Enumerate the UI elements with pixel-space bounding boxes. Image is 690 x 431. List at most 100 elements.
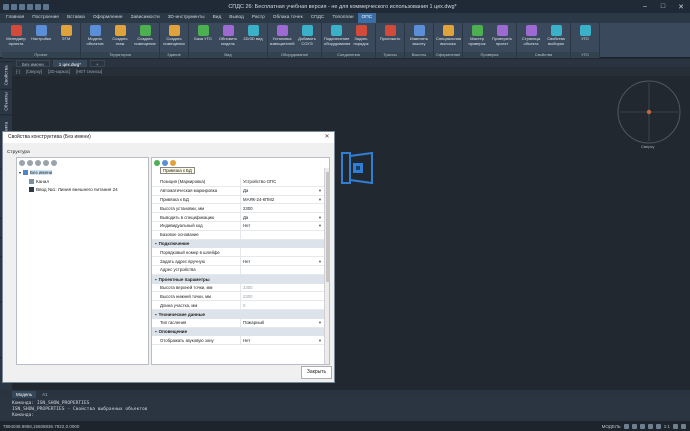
ribbon-tab[interactable]: Зависимости bbox=[127, 13, 164, 23]
ribbon-button[interactable]: Специальная выноска bbox=[436, 25, 461, 46]
property-row[interactable]: Автоматическая маркировка Да ▼ bbox=[152, 186, 324, 196]
move-up-icon[interactable] bbox=[35, 160, 41, 166]
property-row[interactable]: Отображать звуковую зону Нет ▼ bbox=[152, 336, 324, 346]
property-row[interactable]: Длина участка, мм 0 bbox=[152, 301, 324, 310]
ribbon-button[interactable]: Добавить СОУЭ bbox=[295, 25, 319, 46]
viewport-menu[interactable]: [-] bbox=[16, 69, 20, 74]
dialog-close-button[interactable]: Закрыть bbox=[301, 366, 332, 379]
ribbon-button[interactable]: Изменить высоту bbox=[407, 25, 431, 46]
filter-icon[interactable] bbox=[170, 160, 176, 166]
ribbon-button[interactable]: Свойства выборки bbox=[544, 25, 568, 46]
ribbon-tab[interactable]: Вывод bbox=[225, 13, 248, 23]
dialog-close-icon[interactable]: ✕ bbox=[320, 132, 334, 143]
property-row[interactable]: Привязка к БД МАЯК-24-КПМ2 ▼ bbox=[152, 195, 324, 205]
collapse-icon[interactable]: ▪ bbox=[155, 312, 157, 317]
ribbon-button[interactable]: Модель объектов bbox=[83, 25, 107, 46]
ribbon-button[interactable]: Мастер проверок bbox=[465, 25, 489, 46]
remove-node-icon[interactable] bbox=[27, 160, 33, 166]
property-value[interactable] bbox=[240, 230, 324, 239]
new-file-icon[interactable] bbox=[11, 3, 17, 10]
app-menu-icon[interactable] bbox=[3, 3, 9, 10]
ribbon-button[interactable]: УГО bbox=[573, 25, 597, 42]
property-value[interactable]: Да ▼ bbox=[240, 213, 324, 221]
visual-style[interactable]: [2D-каркас] bbox=[48, 69, 70, 74]
tree-node-input[interactable]: Ввод №1: Линия внешнего питания 24 bbox=[29, 187, 118, 192]
fullscreen-icon[interactable] bbox=[681, 423, 686, 429]
ribbon-tab[interactable]: Построение bbox=[28, 13, 63, 23]
ribbon-button[interactable]: Менеджер проекта bbox=[4, 25, 28, 46]
viewcube-compass[interactable] bbox=[614, 77, 684, 147]
add-node-icon[interactable] bbox=[19, 160, 25, 166]
property-section-header[interactable]: ▪ Подключение bbox=[152, 239, 324, 249]
ribbon-button[interactable]: 2D/3D вид bbox=[241, 25, 265, 42]
property-value[interactable]: 2300 bbox=[240, 283, 324, 292]
expand-icon[interactable]: ▾ bbox=[19, 170, 21, 175]
ribbon-button[interactable]: Обновить модель bbox=[216, 25, 240, 46]
property-row[interactable]: Адрес устройства bbox=[152, 266, 324, 275]
ribbon-tab[interactable]: ОПС bbox=[357, 13, 377, 23]
side-panel-tab[interactable]: Свойства bbox=[0, 61, 12, 89]
property-row[interactable]: Индивидуальный код Нет ▼ bbox=[152, 222, 324, 231]
scrollbar-thumb[interactable] bbox=[325, 172, 330, 282]
maximize-button[interactable]: □ bbox=[654, 0, 672, 13]
db-link-icon[interactable] bbox=[162, 160, 168, 166]
ribbon-button[interactable]: Проверить проект bbox=[490, 25, 514, 46]
ribbon-button[interactable]: Проложить bbox=[378, 25, 402, 42]
ribbon-button[interactable]: Страница объекта bbox=[519, 25, 543, 46]
snap-icon[interactable] bbox=[631, 423, 637, 429]
property-value[interactable]: МАЯК-24-КПМ2 ▼ bbox=[240, 195, 324, 204]
property-value[interactable] bbox=[240, 266, 324, 274]
property-row[interactable]: Тип гасления Пожарный ▼ bbox=[152, 318, 324, 328]
close-button[interactable]: ✕ bbox=[672, 0, 690, 13]
ribbon-button[interactable]: База УГО bbox=[191, 25, 215, 42]
grid-icon[interactable] bbox=[623, 423, 629, 429]
property-row[interactable]: Базовое основание bbox=[152, 230, 324, 240]
property-value[interactable]: Да ▼ bbox=[240, 186, 324, 195]
tree-settings-icon[interactable] bbox=[51, 160, 57, 166]
property-row[interactable]: Высота нижней точки, мм 2300 bbox=[152, 292, 324, 302]
property-row[interactable]: Выводить в спецификацию Да ▼ bbox=[152, 213, 324, 222]
property-value[interactable] bbox=[240, 248, 324, 257]
ribbon-button[interactable]: Создать этаж bbox=[108, 25, 132, 46]
layout-tab-model[interactable]: Модель bbox=[12, 390, 37, 398]
ribbon-tab[interactable]: Растр bbox=[248, 13, 269, 23]
property-value[interactable]: Пожарный ▼ bbox=[240, 318, 324, 327]
viewport-session[interactable]: [НЕТ сеансы] bbox=[76, 69, 102, 74]
property-row[interactable]: Порядковый номер в шлейфе bbox=[152, 248, 324, 258]
view-direction[interactable]: [Сверху] bbox=[26, 69, 42, 74]
collapse-icon[interactable]: ▪ bbox=[155, 329, 157, 334]
side-panel-tab[interactable]: Объекты bbox=[0, 89, 12, 113]
command-input[interactable]: Команда: bbox=[12, 413, 34, 418]
minimize-button[interactable]: – bbox=[636, 0, 654, 13]
layout-tab-a1[interactable]: A1 bbox=[38, 391, 52, 398]
save-icon[interactable] bbox=[27, 3, 33, 10]
ribbon-button[interactable]: ЭТМ bbox=[54, 25, 78, 42]
ribbon-button[interactable]: Создать помещение bbox=[133, 25, 157, 46]
new-doc-tab-button[interactable]: + bbox=[89, 59, 105, 67]
ribbon-button[interactable]: Установка извещателей bbox=[270, 25, 294, 46]
property-value[interactable]: Нет ▼ bbox=[240, 222, 324, 230]
tree-node-channel[interactable]: Канал bbox=[29, 179, 49, 184]
categorized-view-icon[interactable] bbox=[154, 160, 160, 166]
ribbon-tab[interactable]: Топоплан bbox=[328, 13, 357, 23]
ribbon-tab[interactable]: СПДС bbox=[307, 13, 329, 23]
property-row[interactable]: Высота верхней точки, мм 2300 bbox=[152, 283, 324, 293]
ribbon-tab[interactable]: Главная bbox=[2, 13, 28, 23]
property-row[interactable]: Позиция (Маркировка) Устройство ОПС bbox=[152, 178, 324, 187]
property-scrollbar[interactable] bbox=[324, 168, 330, 364]
tree-node-root[interactable]: ▾ Без имени bbox=[19, 170, 53, 175]
ribbon-tab[interactable]: 3D-инструменты bbox=[164, 13, 209, 23]
ribbon-tab[interactable]: Облака точек bbox=[269, 13, 307, 23]
property-row[interactable]: Задать адрес вручную Нет ▼ bbox=[152, 257, 324, 266]
undo-icon[interactable] bbox=[35, 3, 41, 10]
property-value[interactable]: Устройство ОПС bbox=[240, 178, 324, 186]
annotation-scale[interactable]: 1:1 bbox=[664, 424, 670, 429]
ribbon-button[interactable]: Создать помещения bbox=[162, 25, 186, 46]
ribbon-button[interactable]: Задать порядок bbox=[349, 25, 373, 46]
ribbon-button[interactable]: Настройки bbox=[29, 25, 53, 42]
property-section-header[interactable]: ▪ Оповещение bbox=[152, 327, 324, 337]
collapse-icon[interactable]: ▪ bbox=[155, 241, 157, 246]
property-value[interactable]: 2300 bbox=[240, 204, 324, 213]
property-value[interactable]: Нет ▼ bbox=[240, 336, 324, 345]
move-down-icon[interactable] bbox=[43, 160, 49, 166]
